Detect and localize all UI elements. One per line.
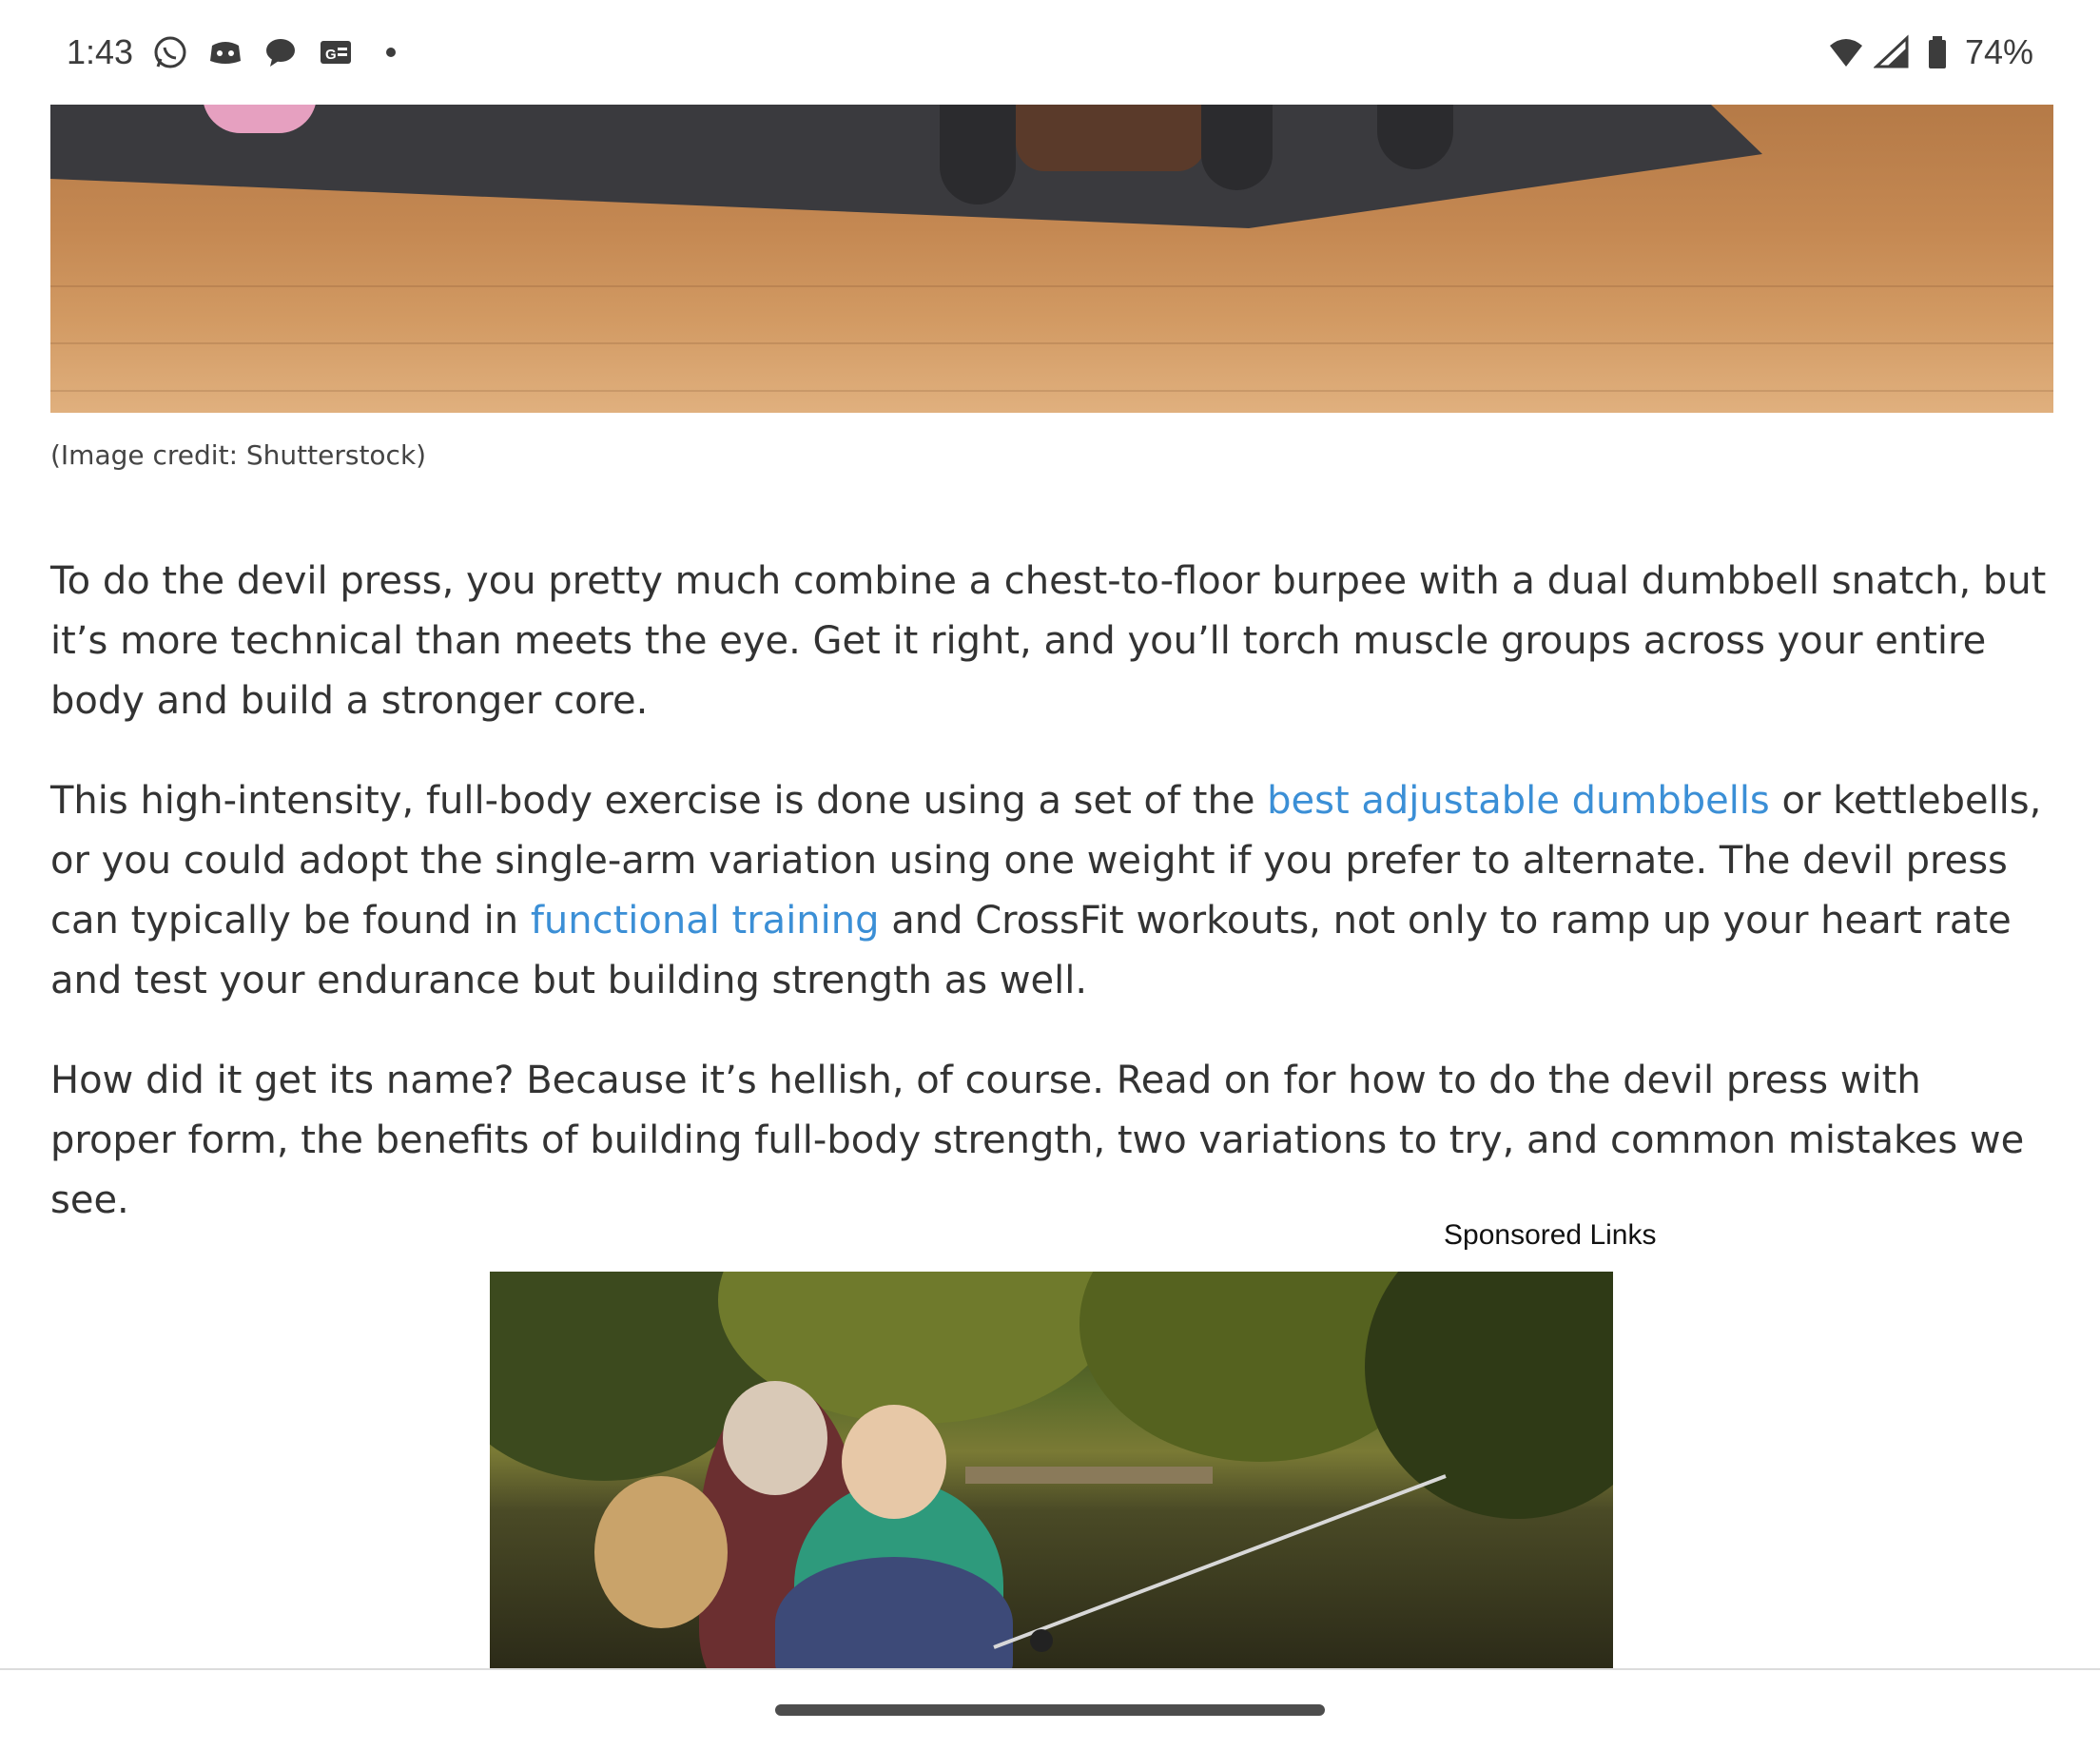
status-left: 1:43 G bbox=[67, 32, 409, 72]
paragraph-equipment: This high-intensity, full-body exercise … bbox=[50, 771, 2057, 1011]
status-time: 1:43 bbox=[67, 32, 134, 71]
home-gesture-handle[interactable] bbox=[775, 1704, 1325, 1716]
sponsored-ad-image[interactable] bbox=[490, 1272, 1613, 1671]
image-caption: (Image credit: Shutterstock) bbox=[50, 439, 427, 471]
battery-icon bbox=[1919, 34, 1955, 70]
fishing-rod bbox=[993, 1474, 1447, 1652]
wifi-icon bbox=[1828, 34, 1864, 70]
hand bbox=[1016, 105, 1206, 171]
paragraph-text: This high-intensity, full-body exercise … bbox=[50, 779, 1268, 823]
discord-icon bbox=[207, 34, 243, 70]
whatsapp-icon bbox=[152, 34, 188, 70]
article-body: To do the devil press, you pretty much c… bbox=[50, 552, 2057, 1271]
sponsored-links-label: Sponsored Links bbox=[1444, 1219, 1657, 1251]
chat-bubble-icon bbox=[262, 34, 299, 70]
more-dot-icon bbox=[373, 34, 409, 70]
status-right: 74% bbox=[1828, 32, 2033, 72]
paragraph-intro: To do the devil press, you pretty much c… bbox=[50, 559, 2047, 723]
link-best-adjustable-dumbbells[interactable]: best adjustable dumbbells bbox=[1267, 779, 1770, 823]
battery-percent: 74% bbox=[1964, 32, 2033, 71]
hero-image bbox=[50, 105, 2053, 413]
link-functional-training[interactable]: functional training bbox=[531, 899, 880, 943]
dumbbell-left-head bbox=[940, 105, 1016, 204]
navigation-bar bbox=[0, 1668, 2100, 1750]
exercise-mat bbox=[50, 105, 1762, 228]
signal-icon bbox=[1873, 34, 1910, 70]
svg-text:G: G bbox=[325, 47, 337, 63]
google-news-icon: G bbox=[318, 34, 354, 70]
dumbbell-right-head bbox=[1201, 105, 1273, 190]
status-bar: 1:43 G 74% bbox=[0, 0, 2100, 105]
paragraph-name-origin: How did it get its name? Because it’s he… bbox=[50, 1059, 2025, 1222]
